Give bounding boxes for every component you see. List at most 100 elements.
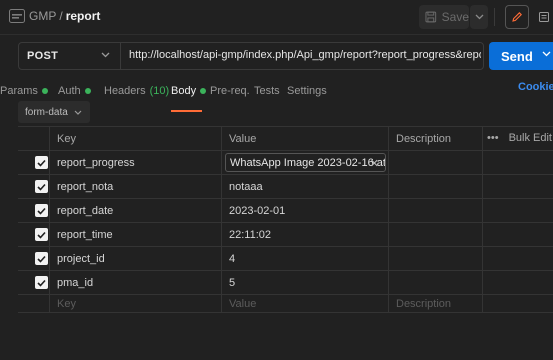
row-description-cell[interactable] <box>389 199 483 222</box>
row-check-cell <box>18 175 50 198</box>
chevron-down-icon[interactable] <box>101 52 110 58</box>
row-checkbox[interactable] <box>35 180 48 193</box>
remove-file-icon[interactable]: ✕ <box>370 157 379 170</box>
request-bar: POST http://localhost/api-gmp/index.php/… <box>18 42 484 70</box>
checkmark-icon <box>37 279 46 287</box>
save-button[interactable]: Save <box>419 5 469 29</box>
send-button[interactable]: Send <box>489 42 553 70</box>
save-label: Save <box>441 10 469 24</box>
url-input[interactable]: http://localhost/api-gmp/index.php/Api_g… <box>129 49 481 63</box>
method-select[interactable]: POST <box>19 43 102 69</box>
header-key-label: Key <box>57 133 76 145</box>
row-checkbox[interactable] <box>35 252 48 265</box>
new-key-placeholder: Key <box>57 298 76 310</box>
pencil-icon <box>512 12 522 22</box>
row-bulk-cell <box>483 223 553 246</box>
row-key-cell[interactable]: report_nota <box>50 175 222 198</box>
save-icon <box>425 11 437 23</box>
row-bulk-cell <box>483 295 553 313</box>
row-value-cell[interactable]: notaaa <box>222 175 389 198</box>
file-chip[interactable]: WhatsApp Image 2023-02-16 at ... ✕ <box>225 153 386 172</box>
header-description-cell: Description <box>389 127 483 150</box>
request-name[interactable]: report <box>66 9 101 23</box>
row-value: 22:11:02 <box>229 229 272 241</box>
tab-pre-request[interactable]: Pre-req. <box>210 80 250 102</box>
table-header-row: Key Value Description ••• Bulk Edit <box>18 126 553 150</box>
row-checkbox[interactable] <box>35 204 48 217</box>
row-description-cell[interactable] <box>389 247 483 270</box>
tab-auth-label: Auth <box>58 85 81 97</box>
row-value: 2023-02-01 <box>229 205 286 217</box>
row-value-cell[interactable]: 2023-02-01 <box>222 199 389 222</box>
documentation-button[interactable] <box>532 5 553 29</box>
tab-tests[interactable]: Tests <box>254 80 280 102</box>
cookies-link[interactable]: Cookies <box>518 81 553 93</box>
row-bulk-cell <box>483 151 553 174</box>
new-value-input[interactable]: Value <box>222 295 389 313</box>
breadcrumb-workspace[interactable]: GMP <box>29 9 56 23</box>
row-key-cell[interactable]: project_id <box>50 247 222 270</box>
active-tab-indicator <box>171 110 202 112</box>
row-description-cell[interactable] <box>389 271 483 294</box>
breadcrumb: GMP / report <box>29 9 100 23</box>
tab-settings-label: Settings <box>287 85 327 97</box>
bulk-edit-button[interactable]: Bulk Edit <box>509 132 552 144</box>
http-request-icon <box>9 9 25 23</box>
row-checkbox[interactable] <box>35 276 48 289</box>
table-row: project_id 4 <box>18 246 553 270</box>
chevron-down-icon <box>74 110 82 115</box>
checkmark-icon <box>37 255 46 263</box>
chevron-down-icon[interactable] <box>542 51 551 57</box>
row-key-cell[interactable]: report_date <box>50 199 222 222</box>
header-check-cell <box>18 127 50 150</box>
tab-tests-label: Tests <box>254 85 280 97</box>
row-checkbox[interactable] <box>35 228 48 241</box>
row-key-cell[interactable]: report_progress <box>50 151 222 174</box>
row-checkbox[interactable] <box>35 156 48 169</box>
tab-body-label: Body <box>171 85 197 97</box>
save-options-button[interactable] <box>470 5 488 29</box>
row-check-cell <box>18 247 50 270</box>
breadcrumb-separator: / <box>59 9 63 23</box>
status-dot <box>84 88 91 94</box>
file-name: WhatsApp Image 2023-02-16 at ... <box>230 156 386 169</box>
body-mode-select[interactable]: form-data <box>18 101 90 123</box>
status-dot <box>200 88 207 94</box>
tab-headers-label: Headers <box>104 85 146 97</box>
tab-headers[interactable]: Headers (10) <box>104 80 169 102</box>
more-options-icon[interactable]: ••• <box>487 132 499 144</box>
table-row: pma_id 5 <box>18 270 553 294</box>
chevron-down-icon <box>475 14 483 20</box>
row-description-cell[interactable] <box>389 151 483 174</box>
new-key-input[interactable]: Key <box>50 295 222 313</box>
table-row: report_nota notaaa <box>18 174 553 198</box>
row-key-cell[interactable]: report_time <box>50 223 222 246</box>
row-value-cell[interactable]: 22:11:02 <box>222 223 389 246</box>
row-value-cell[interactable]: 4 <box>222 247 389 270</box>
new-description-input[interactable]: Description <box>389 295 483 313</box>
table-row: report_progress WhatsApp Image 2023-02-1… <box>18 150 553 174</box>
tab-settings[interactable]: Settings <box>287 80 327 102</box>
row-bulk-cell <box>483 175 553 198</box>
row-key-cell[interactable]: pma_id <box>50 271 222 294</box>
checkmark-icon <box>37 207 46 215</box>
edit-button[interactable] <box>505 5 529 29</box>
row-value-cell[interactable]: WhatsApp Image 2023-02-16 at ... ✕ <box>222 151 389 174</box>
checkmark-icon <box>37 159 46 167</box>
row-key: report_date <box>57 205 114 217</box>
row-key: report_progress <box>57 157 135 169</box>
table-row-new: Key Value Description <box>18 294 553 313</box>
row-description-cell[interactable] <box>389 223 483 246</box>
tab-params[interactable]: Params <box>0 80 48 102</box>
tab-body[interactable]: Body <box>171 80 207 102</box>
title-bar: GMP / report Save <box>0 0 553 35</box>
row-value-cell[interactable]: 5 <box>222 271 389 294</box>
row-description-cell[interactable] <box>389 175 483 198</box>
table-row: report_time 22:11:02 <box>18 222 553 246</box>
toolbar-divider <box>494 8 495 26</box>
checkmark-icon <box>37 231 46 239</box>
header-bulk-cell: ••• Bulk Edit <box>483 127 553 150</box>
row-value: 5 <box>229 277 236 289</box>
tab-auth[interactable]: Auth <box>58 80 91 102</box>
tab-pre-request-label: Pre-req. <box>210 85 250 97</box>
